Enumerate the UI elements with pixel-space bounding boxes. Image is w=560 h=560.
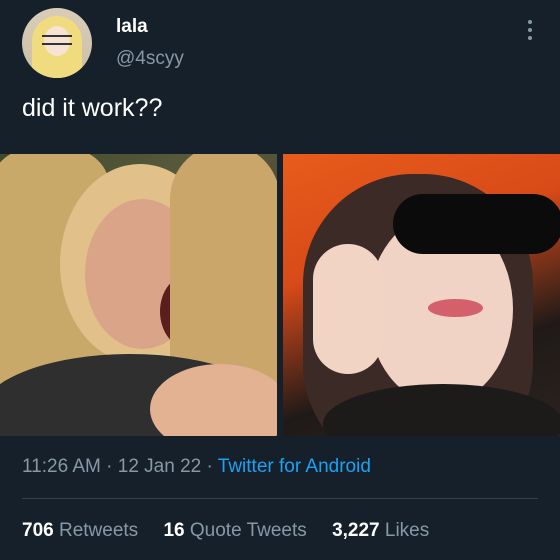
author-name[interactable]: lala: [116, 16, 148, 38]
divider: [22, 498, 538, 499]
media-image-right[interactable]: [283, 154, 560, 436]
quote-tweets-stat[interactable]: 16 Quote Tweets: [163, 520, 312, 541]
tweet-source[interactable]: Twitter for Android: [218, 456, 371, 477]
more-vertical-icon[interactable]: [526, 20, 534, 48]
quote-tweets-count: 16: [163, 520, 185, 541]
tweet-time[interactable]: 11:26 AM: [22, 456, 101, 477]
likes-stat[interactable]: 3,227 Likes: [332, 520, 429, 541]
tweet-media: [0, 154, 560, 436]
media-image-left[interactable]: [0, 154, 277, 436]
retweets-label: Retweets: [58, 520, 139, 541]
author-handle[interactable]: @4scyy: [116, 48, 184, 70]
likes-label: Likes: [384, 520, 430, 541]
meta-separator: ·: [106, 456, 113, 477]
tweet-text: did it work??: [22, 94, 163, 122]
retweets-count: 706: [22, 520, 54, 541]
quote-tweets-label: Quote Tweets: [189, 520, 307, 541]
tweet-date[interactable]: 12 Jan 22: [118, 456, 201, 477]
retweets-stat[interactable]: 706 Retweets: [22, 520, 143, 541]
likes-count: 3,227: [332, 520, 380, 541]
tweet-stats: 706 Retweets 16 Quote Tweets 3,227 Likes: [22, 520, 449, 542]
tweet-header: lala @4scyy: [22, 6, 542, 82]
meta-separator: ·: [206, 456, 213, 477]
avatar[interactable]: [22, 8, 92, 78]
tweet-meta: 11:26 AM · 12 Jan 22 · Twitter for Andro…: [22, 456, 371, 478]
